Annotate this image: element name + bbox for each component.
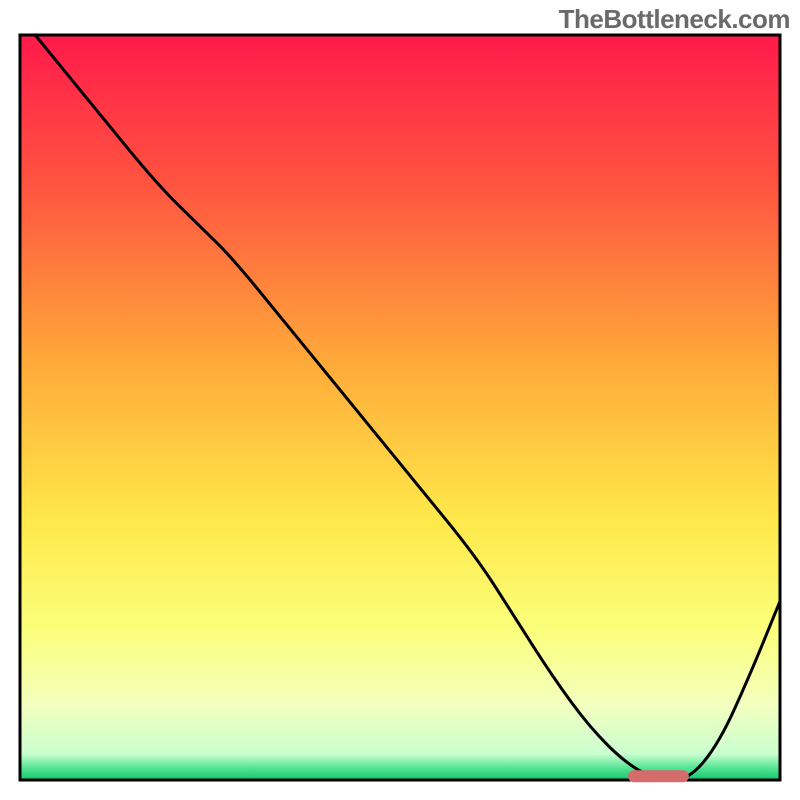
bottleneck-chart [0, 0, 800, 800]
plot-area [20, 35, 780, 780]
chart-stage: TheBottleneck.com [0, 0, 800, 800]
selected-range-marker [628, 770, 689, 782]
